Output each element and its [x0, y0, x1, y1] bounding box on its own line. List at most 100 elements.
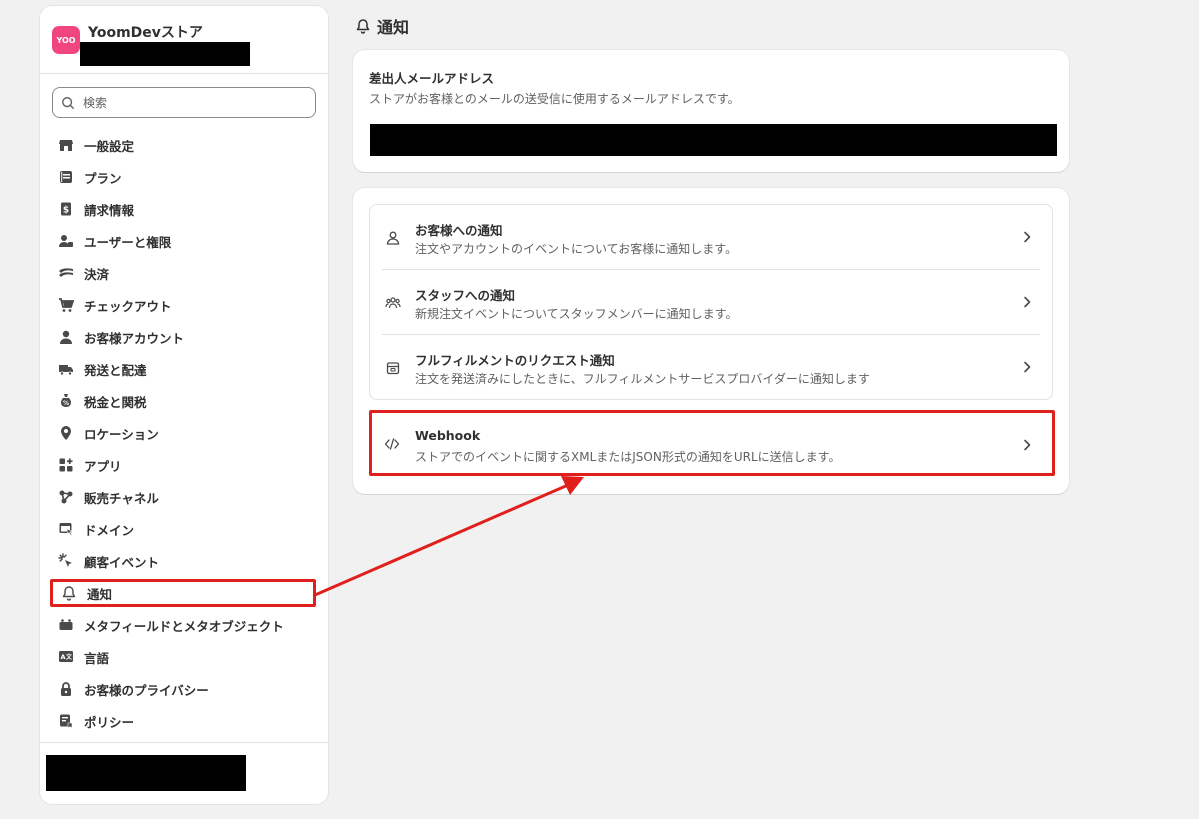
nav-item-taxes[interactable]: % 税金と関税 — [40, 385, 328, 417]
svg-text:文: 文 — [65, 653, 73, 661]
cursor-click-icon — [58, 553, 74, 569]
search-icon — [62, 96, 74, 109]
nav-item-label: 税金と関税 — [84, 394, 147, 410]
policy-icon — [58, 713, 74, 729]
chevron-right-icon — [1020, 294, 1034, 313]
row-description: ストアでのイベントに関するXMLまたはJSON形式の通知をURLに送信します。 — [415, 450, 841, 464]
nav-item-customer-events[interactable]: 顧客イベント — [40, 545, 328, 577]
metafield-icon — [58, 617, 74, 633]
bell-icon — [61, 585, 77, 601]
nav-item-payments[interactable]: 決済 — [40, 257, 328, 289]
nav-item-label: ロケーション — [84, 426, 159, 442]
settings-nav: 一般設定 プラン $ 請求情報 ユーザーと権限 決済 チェックアウト お客様アカ… — [40, 129, 328, 737]
notifications-card: お客様への通知 注文やアカウントのイベントについてお客様に通知します。 スタッフ… — [353, 188, 1069, 494]
store-header[interactable]: YOO YoomDevストア — [40, 6, 328, 74]
person-outline-icon — [384, 229, 402, 247]
domain-icon — [58, 521, 74, 537]
nav-item-users[interactable]: ユーザーと権限 — [40, 225, 328, 257]
nav-item-label: ポリシー — [84, 714, 135, 730]
nav-item-plan[interactable]: プラン — [40, 161, 328, 193]
row-description: 注文を発送済みにしたときに、フルフィルメントサービスプロバイダーに通知します — [415, 372, 870, 386]
nav-item-label: 販売チャネル — [84, 490, 159, 506]
search-input[interactable] — [83, 95, 303, 110]
svg-text:%: % — [63, 400, 69, 407]
nav-item-policies[interactable]: ポリシー — [40, 705, 328, 737]
svg-text:A: A — [60, 653, 65, 661]
nav-item-label: ユーザーと権限 — [84, 234, 172, 250]
lock-icon — [58, 681, 74, 697]
billing-icon: $ — [58, 201, 74, 217]
nav-item-label: 顧客イベント — [84, 554, 160, 570]
store-name: YoomDevストア — [88, 25, 203, 41]
user-lock-icon — [58, 233, 74, 249]
search-box[interactable] — [52, 87, 316, 118]
nav-item-label: ドメイン — [84, 522, 135, 538]
nav-item-privacy[interactable]: お客様のプライバシー — [40, 673, 328, 705]
nav-item-apps[interactable]: アプリ — [40, 449, 328, 481]
plan-icon — [58, 169, 74, 185]
settings-sidebar: YOO YoomDevストア 一般設定 プラン $ 請求情報 ユーザーと権限 決… — [40, 6, 328, 804]
chevron-right-icon — [1020, 437, 1034, 456]
notification-list: お客様への通知 注文やアカウントのイベントについてお客様に通知します。 スタッフ… — [369, 204, 1053, 400]
nav-item-label: 請求情報 — [84, 202, 135, 218]
translate-icon: A文 — [58, 649, 74, 665]
nav-item-label: チェックアウト — [84, 298, 172, 314]
row-title: フルフィルメントのリクエスト通知 — [415, 353, 615, 368]
nav-item-metafields[interactable]: メタフィールドとメタオブジェクト — [40, 609, 328, 641]
customer-notifications-row[interactable]: お客様への通知 注文やアカウントのイベントについてお客様に通知します。 — [382, 205, 1040, 270]
sender-email-title: 差出人メールアドレス — [369, 71, 495, 86]
cart-icon — [58, 297, 74, 313]
people-icon — [384, 294, 402, 312]
nav-item-label: お客様のプライバシー — [84, 682, 209, 698]
nav-item-label: 決済 — [84, 266, 110, 282]
row-title: スタッフへの通知 — [415, 288, 516, 303]
nav-item-locations[interactable]: ロケーション — [40, 417, 328, 449]
chevron-right-icon — [1020, 359, 1034, 378]
chevron-right-icon — [1020, 229, 1034, 248]
sender-email-description: ストアがお客様とのメールの送受信に使用するメールアドレスです。 — [369, 92, 740, 106]
nav-item-checkout[interactable]: チェックアウト — [40, 289, 328, 321]
package-icon — [384, 359, 402, 377]
fulfillment-request-row[interactable]: フルフィルメントのリクエスト通知 注文を発送済みにしたときに、フルフィルメントサ… — [382, 335, 1040, 399]
nav-item-customer-accounts[interactable]: お客様アカウント — [40, 321, 328, 353]
person-icon — [58, 329, 74, 345]
nav-item-shipping[interactable]: 発送と配達 — [40, 353, 328, 385]
webhook-row[interactable]: Webhook ストアでのイベントに関するXMLまたはJSON形式の通知をURL… — [369, 410, 1055, 476]
row-title: Webhook — [415, 428, 481, 443]
staff-notifications-row[interactable]: スタッフへの通知 新規注文イベントについてスタッフメンバーに通知します。 — [382, 270, 1040, 335]
nav-item-label: 言語 — [84, 650, 110, 666]
row-description: 注文やアカウントのイベントについてお客様に通知します。 — [415, 242, 738, 256]
redacted-sender-email[interactable] — [370, 124, 1057, 156]
nav-item-languages[interactable]: A文 言語 — [40, 641, 328, 673]
page-title: 通知 — [355, 14, 409, 38]
nav-item-label: 発送と配達 — [84, 362, 147, 378]
nav-item-label: 一般設定 — [84, 138, 135, 154]
truck-icon — [58, 361, 74, 377]
nav-item-label: メタフィールドとメタオブジェクト — [84, 618, 284, 634]
store-avatar: YOO — [52, 26, 80, 54]
nav-item-label: お客様アカウント — [84, 330, 185, 346]
nav-item-label: アプリ — [84, 458, 122, 474]
nav-item-notifications[interactable]: 通知 — [50, 579, 316, 607]
apps-icon — [58, 457, 74, 473]
money-bag-icon: % — [58, 393, 74, 409]
location-pin-icon — [58, 425, 74, 441]
sender-email-card: 差出人メールアドレス ストアがお客様とのメールの送受信に使用するメールアドレスで… — [353, 50, 1069, 172]
page-title-text: 通知 — [377, 18, 410, 37]
nav-item-label: プラン — [84, 170, 122, 186]
bell-icon — [355, 18, 371, 34]
nav-item-sales-channels[interactable]: 販売チャネル — [40, 481, 328, 513]
row-description: 新規注文イベントについてスタッフメンバーに通知します。 — [415, 307, 738, 321]
redacted-store-url — [80, 42, 250, 66]
redacted-account-info — [46, 755, 246, 791]
nav-item-domains[interactable]: ドメイン — [40, 513, 328, 545]
channels-icon — [58, 489, 74, 505]
nav-item-label: 通知 — [87, 586, 113, 602]
store-icon — [58, 137, 74, 153]
svg-text:$: $ — [63, 206, 69, 216]
sidebar-footer — [40, 742, 328, 804]
code-icon — [384, 436, 400, 456]
nav-item-general[interactable]: 一般設定 — [40, 129, 328, 161]
row-title: お客様への通知 — [415, 223, 503, 238]
nav-item-billing[interactable]: $ 請求情報 — [40, 193, 328, 225]
